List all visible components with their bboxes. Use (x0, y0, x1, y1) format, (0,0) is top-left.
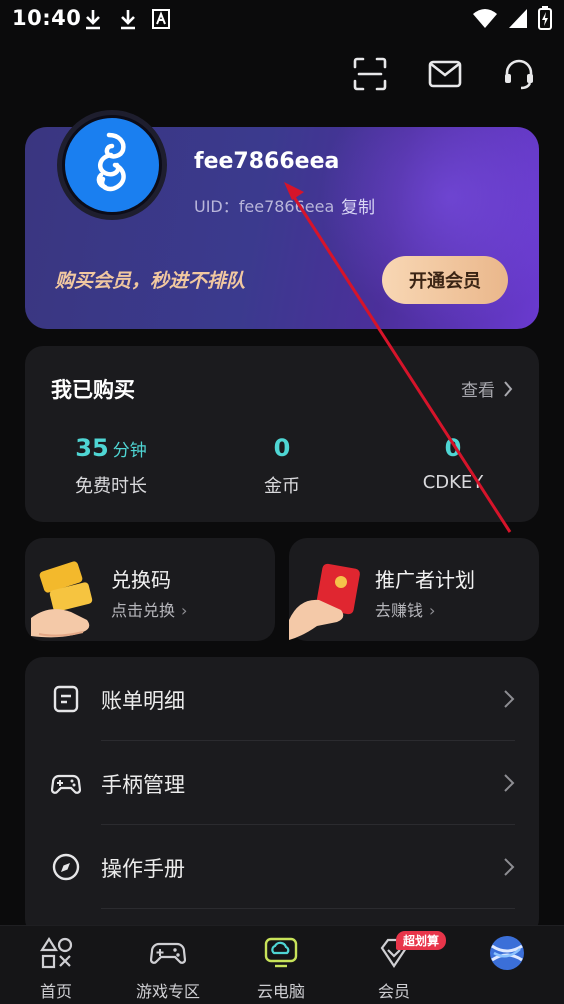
redeem-sub: 点击兑换 › (111, 597, 187, 621)
view-purchased-button[interactable]: 查看 (461, 376, 513, 401)
promoter-sub-label: 去赚钱 (375, 601, 424, 620)
menu-item-bill[interactable]: 账单明细 (25, 657, 539, 741)
signal-icon (509, 9, 527, 28)
download-icon (86, 10, 100, 30)
cdkey-value: 0 (444, 434, 462, 462)
tab-label: 会员 (377, 982, 410, 1001)
tickets-hand-icon (31, 561, 93, 638)
wifi-icon (473, 9, 497, 28)
redeem-sub-label: 点击兑换 (111, 601, 176, 620)
copy-uid-button[interactable]: 复制 (341, 193, 375, 218)
promoter-title: 推广者计划 (375, 568, 475, 592)
open-vip-button[interactable]: 开通会员 (382, 256, 508, 304)
redeem-code-card[interactable]: 兑换码 点击兑换 › (25, 538, 275, 641)
menu-item-label: 操作手册 (101, 857, 185, 881)
free-time-label: 免费时长 (75, 476, 147, 497)
red-envelope-hand-icon (289, 563, 360, 640)
coins-value: 0 (273, 434, 291, 462)
compass-icon (52, 853, 80, 881)
menu-item-manual[interactable]: 操作手册 (25, 825, 539, 909)
profile-card-content: fee7866eea UID：fee7866eea 复制 购买会员，秒进不排队 … (25, 127, 539, 329)
gamepad-icon (51, 774, 81, 794)
chevron-right-icon: › (181, 601, 188, 620)
home-shapes-icon (39, 936, 73, 969)
chevron-right-icon: › (429, 601, 436, 620)
profile-avatar-icon (490, 936, 524, 970)
coins-stat[interactable]: 0 金币 (202, 434, 362, 498)
chevron-right-icon (504, 858, 515, 876)
scan-icon (353, 57, 387, 91)
menu-item-label: 账单明细 (101, 689, 185, 713)
headset-icon (505, 59, 533, 90)
mail-icon (428, 60, 462, 88)
tab-home[interactable]: 首页 (0, 926, 112, 1004)
menu-item-gamepad[interactable]: 手柄管理 (25, 741, 539, 825)
tab-label: 游戏专区 (135, 982, 200, 1001)
status-time: 10:40 (12, 6, 82, 30)
scan-button[interactable] (348, 52, 392, 96)
vip-promo-text: 购买会员，秒进不排队 (55, 270, 246, 292)
tab-profile[interactable] (451, 926, 563, 1004)
gamepad-icon (150, 942, 186, 964)
tab-games[interactable]: 游戏专区 (112, 926, 224, 1004)
customer-service-button[interactable] (497, 52, 541, 96)
chevron-right-icon (504, 690, 515, 708)
bottom-tab-bar: 首页 游戏专区 云电脑 会员 (0, 925, 564, 1004)
free-time-unit: 分钟 (112, 441, 147, 461)
notification-a-icon (152, 9, 170, 29)
purchased-card: 我已购买 查看 35 分钟 免费时长 0 金币 0 CDKEY (25, 346, 539, 522)
chevron-right-icon (504, 774, 515, 792)
free-time-value: 35 (75, 434, 109, 462)
tab-label: 首页 (39, 982, 72, 1001)
promoter-sub: 去赚钱 › (375, 597, 435, 621)
cloud-pc-icon (264, 937, 298, 968)
tab-cloud-pc[interactable]: 云电脑 (225, 926, 337, 1004)
tab-label: 云电脑 (256, 982, 305, 1001)
settings-menu: 账单明细 手柄管理 操作手册 (25, 657, 539, 937)
download-icon (121, 10, 135, 30)
profile-page: 10:40 fee7866eea UID：fee7866eea 复制 购买会员，… (0, 0, 564, 1004)
promoter-plan-card[interactable]: 推广者计划 去赚钱 › (289, 538, 539, 641)
top-actions (0, 52, 564, 96)
vip-deal-badge: 超划算 (396, 931, 446, 950)
status-indicators (472, 6, 552, 30)
chevron-right-icon (504, 380, 513, 397)
coins-label: 金币 (264, 476, 300, 497)
username: fee7866eea (194, 149, 340, 174)
cdkey-label: CDKEY (422, 472, 484, 493)
purchased-title: 我已购买 (51, 378, 135, 402)
view-label: 查看 (461, 381, 495, 401)
battery-icon (538, 6, 552, 30)
status-bar: 10:40 (0, 0, 564, 40)
cdkey-stat[interactable]: 0 CDKEY (373, 434, 533, 493)
message-button[interactable] (423, 52, 467, 96)
bill-icon (53, 685, 79, 713)
free-time-stat[interactable]: 35 分钟 免费时长 (31, 434, 191, 498)
uid-text: UID：fee7866eea (194, 197, 335, 216)
redeem-title: 兑换码 (111, 568, 171, 592)
divider (101, 908, 515, 909)
menu-item-label: 手柄管理 (101, 773, 185, 797)
